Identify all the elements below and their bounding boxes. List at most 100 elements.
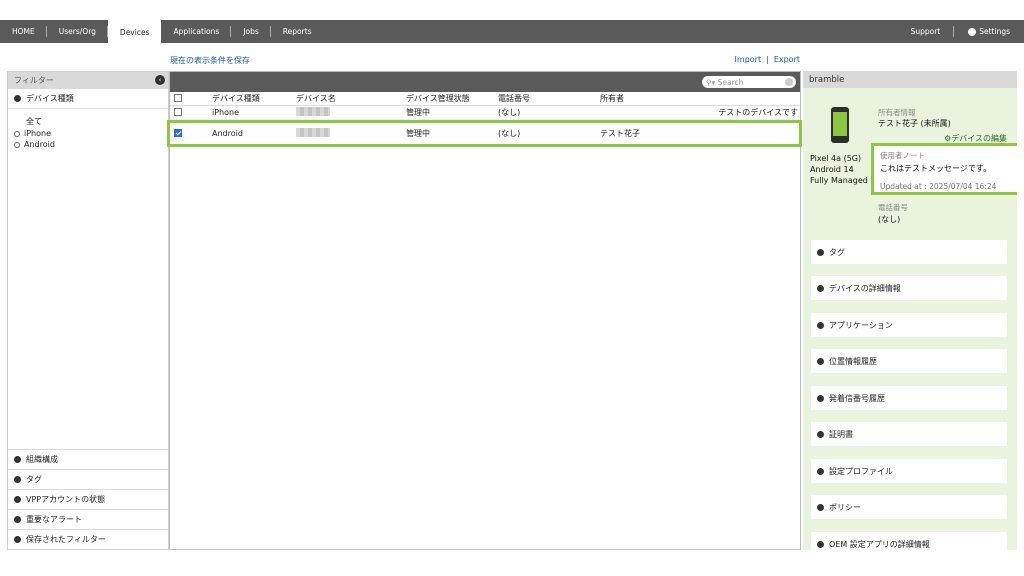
filter-header: フィルター ‹ <box>8 72 168 89</box>
settings-label: Settings <box>979 27 1010 36</box>
filter-section-vpp[interactable]: VPPアカウントの状態 <box>8 489 168 509</box>
radio-icon <box>14 130 20 137</box>
clear-icon[interactable] <box>785 78 793 86</box>
cell-type: iPhone <box>212 108 240 117</box>
chevron-down-icon <box>817 430 824 438</box>
search-input[interactable]: ⚲▾ Search <box>702 76 796 88</box>
section-label: 組織構成 <box>26 455 58 464</box>
table-row-selected[interactable]: Android 管理中 (なし) テスト花子 <box>170 123 799 144</box>
section-certificates[interactable]: 証明書 <box>811 422 1007 446</box>
section-policies[interactable]: ポリシー <box>811 495 1007 519</box>
filter-title: フィルター <box>14 76 54 85</box>
section-profiles[interactable]: 設定プロファイル <box>811 459 1007 483</box>
gear-icon <box>968 27 977 36</box>
edit-label: デバイスの編集 <box>951 134 1007 143</box>
model-line: Fully Managed D <box>810 176 877 185</box>
table-header: デバイス種類 デバイス名 デバイス管理状態 電話番号 所有者 <box>170 92 800 106</box>
chevron-down-icon <box>817 321 824 329</box>
section-label: 保存されたフィルター <box>26 535 106 544</box>
cell-phone: (なし) <box>498 129 521 138</box>
chevron-down-icon <box>14 456 21 463</box>
filter-option-all[interactable]: 全て <box>8 115 168 128</box>
chevron-down-icon <box>817 248 824 256</box>
chevron-down-icon <box>14 496 21 503</box>
filter-section-org[interactable]: 組織構成 <box>8 449 168 469</box>
chevron-down-icon <box>817 467 824 475</box>
section-label: VPPアカウントの状態 <box>26 495 106 504</box>
tab-home[interactable]: HOME <box>0 20 47 43</box>
section-label: アプリケーション <box>829 320 893 330</box>
separator: | <box>766 55 769 64</box>
owner-label: 所有者情報 <box>878 108 916 117</box>
section-device-details[interactable]: デバイスの詳細情報 <box>811 276 1007 300</box>
redacted-name <box>296 128 330 137</box>
chevron-down-icon <box>817 357 824 365</box>
tab-devices[interactable]: Devices <box>107 20 162 45</box>
column-header[interactable]: 所有者 <box>594 93 696 104</box>
device-table: ⚲▾ Search デバイス種類 デバイス名 デバイス管理状態 電話番号 所有者… <box>167 71 802 550</box>
column-header[interactable]: デバイス種類 <box>188 93 290 104</box>
section-tags[interactable]: タグ <box>811 240 1007 264</box>
section-call-history[interactable]: 発着信番号履歴 <box>811 386 1007 410</box>
collapse-icon[interactable]: ‹ <box>155 75 165 85</box>
row-checkbox[interactable] <box>174 107 182 116</box>
search-icon: ⚲▾ <box>706 77 718 87</box>
model-info: Pixel 4a (5G) Android 14 Fully Managed D <box>810 153 877 186</box>
filter-section-alerts[interactable]: 重要なアラート <box>8 509 168 529</box>
filter-option-iphone[interactable]: iPhone <box>8 128 168 139</box>
tab-jobs[interactable]: Jobs <box>231 20 272 43</box>
save-filter-link[interactable]: 現在の表示条件を保存 <box>170 55 250 66</box>
cell-owner: テスト花子 <box>600 129 640 138</box>
column-header[interactable]: 電話番号 <box>492 93 594 104</box>
import-link[interactable]: Import <box>735 55 762 64</box>
chevron-down-icon <box>14 476 21 483</box>
filter-section-saved[interactable]: 保存されたフィルター <box>8 529 168 549</box>
section-label: 位置情報履歴 <box>829 356 877 366</box>
cell-note: テストのデバイスです <box>718 108 798 117</box>
row-checkbox-checked[interactable] <box>174 128 182 137</box>
cell-status: 管理中 <box>406 129 430 138</box>
option-label: iPhone <box>24 129 52 138</box>
redacted-name <box>296 107 330 116</box>
section-applications[interactable]: アプリケーション <box>811 313 1007 337</box>
section-label: デバイスの詳細情報 <box>829 283 901 293</box>
tab-applications[interactable]: Applications <box>161 20 232 43</box>
section-oem-config[interactable]: OEM 設定アプリの詳細情報 <box>811 532 1007 550</box>
selected-row-highlight: Android 管理中 (なし) テスト花子 <box>167 120 802 147</box>
phone-value: (なし) <box>878 215 901 224</box>
settings-link[interactable]: Settings <box>954 20 1024 43</box>
filter-section-device-type[interactable]: デバイス種類 <box>8 89 168 109</box>
support-link[interactable]: Support <box>897 20 955 43</box>
table-row[interactable]: iPhone 管理中 (なし) テストのデバイスです <box>170 106 800 120</box>
chevron-down-icon <box>14 536 21 543</box>
cell-phone: (なし) <box>498 108 521 117</box>
cell-type: Android <box>212 129 243 138</box>
note-updated: Updated at : 2025/07/04 16:24 <box>880 182 997 191</box>
column-header[interactable]: デバイス名 <box>290 93 400 104</box>
section-label: タグ <box>829 247 845 257</box>
phone-label: 電話番号 <box>878 203 908 212</box>
device-detail-panel: bramble Pixel 4a (5G) Android 14 Fully M… <box>803 71 1017 550</box>
section-label: デバイス種類 <box>26 94 74 103</box>
section-location-history[interactable]: 位置情報履歴 <box>811 349 1007 373</box>
chevron-up-icon <box>14 95 21 102</box>
column-header[interactable]: デバイス管理状態 <box>400 93 492 104</box>
chevron-down-icon <box>817 284 824 292</box>
select-all-checkbox[interactable] <box>174 93 182 102</box>
section-label: 発着信番号履歴 <box>829 393 885 403</box>
tab-reports[interactable]: Reports <box>271 20 324 43</box>
section-label: 設定プロファイル <box>829 466 893 476</box>
note-label: 使用者ノート <box>880 151 925 160</box>
top-navigation: HOME Users/Org Devices Applications Jobs… <box>0 20 1024 45</box>
filter-panel: フィルター ‹ デバイス種類 全て iPhone Android 組織構成 タグ… <box>7 71 169 550</box>
filter-section-tag[interactable]: タグ <box>8 469 168 489</box>
import-export-links: Import | Export <box>735 55 800 64</box>
export-link[interactable]: Export <box>774 55 800 64</box>
option-label: Android <box>24 140 55 149</box>
filter-option-android[interactable]: Android <box>8 139 168 150</box>
tab-users-org[interactable]: Users/Org <box>47 20 109 43</box>
chevron-down-icon <box>817 540 824 548</box>
model-line: Pixel 4a (5G) <box>810 154 862 163</box>
owner-value: テスト花子 (未所属) <box>878 119 951 128</box>
search-placeholder: Search <box>717 77 744 87</box>
